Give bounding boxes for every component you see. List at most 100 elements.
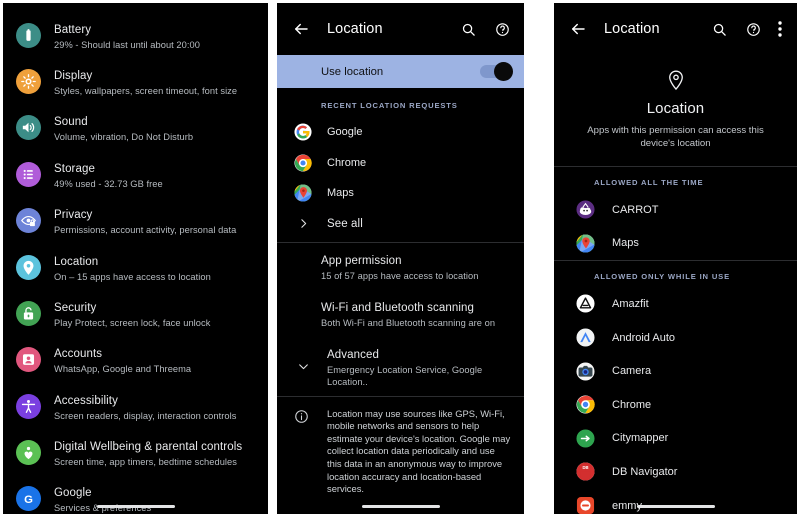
permission-app-row[interactable]: Maps — [554, 227, 797, 261]
permission-subtitle: Apps with this permission can access thi… — [587, 125, 764, 149]
security-lock-icon — [16, 300, 41, 326]
permission-app-row[interactable]: Citymapper — [554, 422, 797, 456]
permission-app-row[interactable]: emmy — [554, 489, 797, 514]
permission-app-name: Camera — [612, 365, 652, 378]
settings-item-title: Digital Wellbeing & parental controls — [54, 441, 243, 454]
permission-app-row[interactable]: Chrome — [554, 388, 797, 422]
settings-item-subtitle: WhatsApp, Google and Threema — [54, 364, 192, 375]
accounts-person-icon — [16, 347, 41, 373]
nav-gesture-bar — [3, 505, 268, 508]
recent-requests-section-label: Recent location requests — [321, 101, 458, 110]
svg-text:DB: DB — [582, 465, 588, 470]
settings-item-security[interactable]: Security Play Protect, screen lock, face … — [3, 290, 268, 336]
permission-app-row[interactable]: Camera — [554, 354, 797, 388]
use-location-switch[interactable] — [480, 62, 513, 81]
location-setting-text: Wi-Fi and Bluetooth scanning Both Wi-Fi a… — [321, 298, 510, 329]
settings-item-accounts[interactable]: Accounts WhatsApp, Google and Threema — [3, 337, 268, 383]
google-maps-icon — [294, 184, 312, 202]
settings-item-title: Google — [54, 487, 92, 500]
recent-app-row[interactable]: Chrome — [277, 147, 524, 177]
settings-item-subtitle: 29% - Should last until about 20:00 — [54, 39, 200, 50]
location-settings-list[interactable]: App permission 15 of 57 apps have access … — [277, 243, 524, 396]
permission-app-row[interactable]: Android Auto — [554, 321, 797, 355]
settings-item-title: Location — [54, 255, 99, 268]
permission-app-name: Maps — [612, 237, 639, 250]
more-vertical-icon[interactable] — [774, 18, 786, 40]
settings-item-text: Accessibility Screen readers, display, in… — [54, 391, 258, 422]
location-info-note: Location may use sources like GPS, Wi-Fi… — [277, 397, 524, 496]
permission-hero: Location Apps with this permission can a… — [554, 55, 797, 166]
help-icon[interactable] — [491, 18, 513, 40]
location-setting-row[interactable]: Advanced Emergency Location Service, Goog… — [277, 337, 524, 396]
chrome-icon — [576, 395, 595, 414]
page-title: Location — [327, 21, 383, 37]
recent-app-row[interactable]: Maps — [277, 178, 524, 208]
nav-gesture-bar — [554, 505, 797, 508]
recent-app-name: Maps — [327, 186, 354, 199]
location-setting-title: Wi-Fi and Bluetooth scanning — [321, 301, 475, 314]
search-icon[interactable] — [457, 18, 479, 40]
settings-item-list[interactable]: Battery 29% - Should last until about 20:… — [3, 3, 268, 514]
location-setting-text: App permission 15 of 57 apps have access … — [321, 251, 510, 282]
location-setting-row[interactable]: App permission 15 of 57 apps have access … — [277, 243, 524, 290]
permission-groups[interactable]: Allowed all the time CARROT Maps Allowed on… — [554, 167, 797, 514]
settings-item-sound[interactable]: Sound Volume, vibration, Do Not Disturb — [3, 105, 268, 151]
location-setting-title: Advanced — [327, 348, 379, 361]
permission-group-label: Allowed all the time — [594, 178, 704, 187]
permission-app-name: Amazfit — [612, 297, 649, 310]
app-bar: Location — [277, 3, 524, 55]
permission-app-row[interactable]: DB DB Navigator — [554, 455, 797, 489]
settings-item-accessibility[interactable]: Accessibility Screen readers, display, in… — [3, 383, 268, 429]
settings-item-text: Privacy Permissions, account activity, pe… — [54, 205, 258, 236]
location-setting-subtitle: 15 of 57 apps have access to location — [321, 270, 479, 281]
permission-app-name: DB Navigator — [612, 465, 678, 478]
amazfit-icon — [576, 294, 595, 314]
settings-item-subtitle: On – 15 apps have access to location — [54, 271, 211, 282]
settings-item-google[interactable]: G Google Services & preferences — [3, 476, 268, 514]
location-pin-icon — [16, 254, 41, 280]
volume-icon — [16, 115, 41, 141]
recent-location-requests-list[interactable]: Google Chrome Maps — [277, 117, 524, 208]
settings-item-title: Accounts — [54, 348, 103, 361]
accessibility-icon — [16, 393, 41, 419]
back-arrow-icon[interactable] — [566, 17, 590, 41]
settings-item-text: Digital Wellbeing & parental controls Scr… — [54, 437, 258, 468]
privacy-eye-icon — [16, 208, 41, 234]
info-icon — [294, 408, 312, 496]
recent-app-name: Google — [327, 126, 363, 139]
recent-app-row[interactable]: Google — [277, 117, 524, 147]
settings-item-display[interactable]: Display Styles, wallpapers, screen timeou… — [3, 58, 268, 104]
see-all-row[interactable]: See all — [277, 208, 524, 242]
location-setting-row[interactable]: Wi-Fi and Bluetooth scanning Both Wi-Fi a… — [277, 290, 524, 337]
permission-app-name: Android Auto — [612, 331, 675, 344]
settings-item-location[interactable]: Location On – 15 apps have access to loca… — [3, 244, 268, 290]
settings-item-subtitle: Permissions, account activity, personal … — [54, 225, 237, 236]
android-auto-icon — [576, 328, 595, 347]
settings-item-text: Sound Volume, vibration, Do Not Disturb — [54, 112, 258, 143]
settings-item-privacy[interactable]: Privacy Permissions, account activity, pe… — [3, 198, 268, 244]
settings-item-battery[interactable]: Battery 29% - Should last until about 20:… — [3, 12, 268, 58]
settings-item-title: Accessibility — [54, 394, 118, 407]
permission-group-label: Allowed only while in use — [594, 272, 731, 282]
settings-item-digital[interactable]: Digital Wellbeing & parental controls Scr… — [3, 429, 268, 475]
settings-item-text: Security Play Protect, screen lock, face … — [54, 298, 258, 329]
settings-item-text: Accounts WhatsApp, Google and Threema — [54, 344, 258, 375]
google-maps-icon — [576, 234, 595, 253]
settings-item-subtitle: 49% used - 32.73 GB free — [54, 178, 163, 189]
chevron-down-icon[interactable] — [294, 357, 312, 375]
permission-app-name: Citymapper — [612, 432, 669, 445]
location-setting-subtitle: Emergency Location Service, Google Locat… — [327, 364, 483, 387]
battery-icon — [16, 22, 41, 48]
use-location-toggle-row[interactable]: Use location — [277, 55, 524, 88]
back-arrow-icon[interactable] — [289, 17, 313, 41]
camera-icon — [576, 362, 595, 381]
chrome-icon — [294, 154, 312, 172]
permission-app-row[interactable]: Amazfit — [554, 287, 797, 321]
settings-item-text: Storage 49% used - 32.73 GB free — [54, 159, 258, 190]
search-icon[interactable] — [708, 18, 730, 40]
permission-app-name: Chrome — [612, 398, 652, 411]
settings-item-title: Sound — [54, 116, 88, 129]
permission-app-row[interactable]: CARROT — [554, 193, 797, 227]
settings-item-storage[interactable]: Storage 49% used - 32.73 GB free — [3, 151, 268, 197]
help-icon[interactable] — [742, 18, 764, 40]
